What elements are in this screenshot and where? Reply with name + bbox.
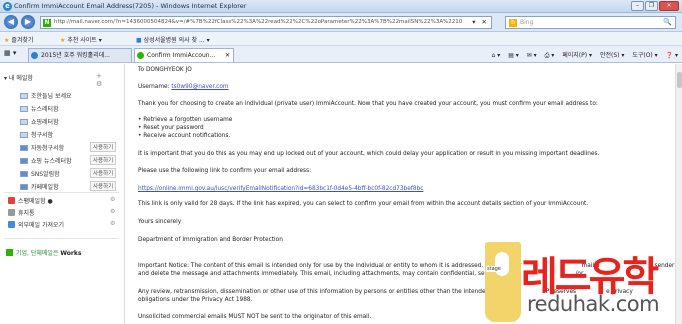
important-paragraph: It is important that you do this as you …	[138, 151, 600, 157]
bullet-item: • Receive account notifications.	[138, 133, 231, 139]
tab-immiaccount[interactable]: Confirm ImmiAccoun... ✕	[134, 48, 234, 62]
minimize-button[interactable]: –	[631, 1, 644, 11]
spam-settings-icon[interactable]: ⚙	[110, 196, 115, 203]
folder-item[interactable]: SNS알림함	[20, 169, 60, 178]
search-box[interactable]: b Bing 🔍	[505, 16, 676, 29]
search-placeholder: Bing	[520, 19, 534, 26]
safety-menu[interactable]: 안전(S) ▾	[600, 52, 624, 59]
quick-tabs-icon[interactable]: ▦ ▾	[4, 49, 16, 57]
folder-icon	[20, 132, 28, 138]
restore-button[interactable]: ❐	[645, 1, 658, 11]
naver-favicon-icon: N	[43, 19, 51, 27]
watermark-r-counter	[495, 252, 509, 276]
folder-item[interactable]: 쇼핑레터함	[20, 117, 59, 126]
smart-folder-icon	[20, 145, 28, 151]
folder-item[interactable]: 조한들님 보세요	[20, 91, 72, 100]
suggested-sites-link[interactable]: ★ 추천 사이트 ▾	[60, 35, 102, 44]
my-mailbox-header[interactable]: ▾ 내 메일함	[4, 73, 33, 82]
window-title: Confirm ImmiAccount Email Address(7205) …	[14, 2, 247, 10]
thanks-paragraph: Thank you for choosing to create an indi…	[138, 101, 598, 107]
print-icon[interactable]: ⎙ ▾	[545, 52, 555, 59]
tab-favicon-icon	[137, 52, 144, 59]
works-promo[interactable]: 기업, 단체메일은 Works	[6, 248, 81, 257]
address-row: ◀ ▶ N http://mail.naver.com/?n=143600050…	[0, 13, 682, 32]
suggested-star-icon: ★	[60, 37, 66, 44]
feeds-icon[interactable]: ▤ ▾	[508, 52, 519, 59]
back-button[interactable]: ◀	[4, 15, 18, 29]
sidebar-divider	[4, 192, 119, 193]
sidebar-divider	[4, 238, 119, 239]
address-url[interactable]: http://mail.naver.com/?n=1436000504824&v…	[54, 19, 462, 25]
spam-folder[interactable]: 스팸메일함 ●	[8, 196, 53, 205]
bullet-item: • Retrieve a forgotten username	[138, 117, 233, 123]
external-mail-link[interactable]: 외부메일 가져오기	[8, 220, 64, 229]
username-line: Username: ts0w90@naver.com	[138, 84, 229, 90]
window-titlebar: e Confirm ImmiAccount Email Address(7205…	[0, 0, 682, 13]
search-icon[interactable]: 🔍	[663, 18, 672, 26]
use-button[interactable]: 사용하기	[90, 181, 117, 191]
tools-menu[interactable]: 도구(O) ▾	[632, 52, 657, 59]
watermark-domain: reduhak.com	[527, 292, 660, 316]
trash-icon	[8, 209, 15, 216]
external-mail-icon	[8, 221, 15, 228]
watermark: stage 레드유학 reduhak.com	[485, 242, 682, 324]
page-icon: ■	[136, 37, 142, 44]
favorites-button[interactable]: ★ 즐겨찾기	[4, 35, 33, 44]
smart-folder-icon	[20, 184, 28, 190]
help-menu[interactable]: ❓ ▾	[666, 52, 678, 59]
use-button[interactable]: 사용하기	[90, 142, 117, 152]
spam-icon	[8, 197, 15, 204]
forward-button[interactable]: ▶	[21, 15, 35, 29]
favorites-star-icon: ★	[4, 37, 10, 44]
username-link[interactable]: ts0w90@naver.com	[171, 84, 228, 90]
folder-item[interactable]: 청구서함	[20, 130, 53, 139]
close-button[interactable]: ✕	[659, 1, 679, 11]
address-bar[interactable]: N http://mail.naver.com/?n=1436000504824…	[40, 16, 492, 29]
ie-logo-icon: e	[3, 2, 12, 11]
home-icon[interactable]: ⌂ ▾	[492, 52, 501, 59]
tab-close-icon[interactable]: ✕	[225, 49, 230, 62]
folder-item[interactable]: 카페메일함	[20, 182, 59, 191]
watermark-stage-stamp: stage	[486, 266, 502, 272]
verify-email-link[interactable]: https://online.immi.gov.au/lusc/verifyEm…	[138, 186, 423, 192]
obligations-line: obligations under the Privacy Act 1988.	[138, 297, 253, 303]
valid-paragraph: This link is only valid for 28 days. If …	[138, 201, 589, 207]
smart-folder-icon	[20, 158, 28, 164]
page-menu[interactable]: 페이지(P) ▾	[562, 52, 592, 59]
folder-icon	[20, 93, 28, 99]
smart-folder-icon	[20, 171, 28, 177]
scrollbar-thumb[interactable]	[677, 72, 682, 88]
tab-row: ▦ ▾ 2015년 호주 워킹홀리데... Confirm ImmiAccoun…	[0, 46, 682, 63]
samsung-favorite-link[interactable]: ■ 삼성서울병원 의사 찾 ... ▾	[136, 35, 210, 44]
folder-item[interactable]: 쇼핑 뉴스레터함	[20, 156, 72, 165]
mail-sidebar: ▾ 내 메일함 + ⚙ 조한들님 보세요 뉴스레터함 쇼핑레터함 청구서함 자동…	[0, 64, 125, 324]
please-paragraph: Please use the following link to confirm…	[138, 168, 312, 174]
sincerely-line: Yours sincerely	[138, 219, 182, 225]
address-refresh-stop-icons[interactable]: ▾ ✕	[472, 18, 489, 26]
favorites-bar: ★ 즐겨찾기 ★ 추천 사이트 ▾ ■ 삼성서울병원 의사 찾 ... ▾	[0, 32, 682, 46]
email-recipient-line: To DONGHYEOK JO	[138, 67, 192, 73]
window-controls: – ❐ ✕	[631, 1, 679, 11]
bullet-item: • Reset your password	[138, 125, 204, 131]
folder-item[interactable]: 자동청구서함	[20, 143, 64, 152]
department-line: Department of Immigration and Border Pro…	[138, 237, 283, 243]
watermark-r-letter: stage	[485, 242, 521, 322]
folder-item[interactable]: 뉴스레터함	[20, 104, 59, 113]
use-button[interactable]: 사용하기	[90, 155, 117, 165]
external-settings-icon[interactable]: ⚙	[110, 220, 115, 227]
unsolicited-line: Unsolicited commercial emails MUST NOT b…	[138, 314, 372, 320]
use-button[interactable]: 사용하기	[90, 168, 117, 178]
trash-folder[interactable]: 휴지통	[8, 208, 35, 217]
tab-favicon-icon	[31, 52, 38, 59]
works-icon	[6, 249, 13, 256]
folder-icon	[20, 119, 28, 125]
command-bar: ⌂ ▾ ▤ ▾ ✉ ▾ ⎙ ▾ 페이지(P) ▾ 안전(S) ▾ 도구(O) ▾…	[486, 50, 678, 60]
tab-working-holiday[interactable]: 2015년 호주 워킹홀리데...	[28, 48, 132, 62]
trash-settings-icon[interactable]: ⚙	[110, 208, 115, 215]
folder-icon	[20, 106, 28, 112]
bing-icon: b	[509, 19, 517, 27]
mail-icon[interactable]: ✉ ▾	[527, 52, 537, 59]
mailbox-header-icons[interactable]: + ⚙	[96, 72, 124, 88]
